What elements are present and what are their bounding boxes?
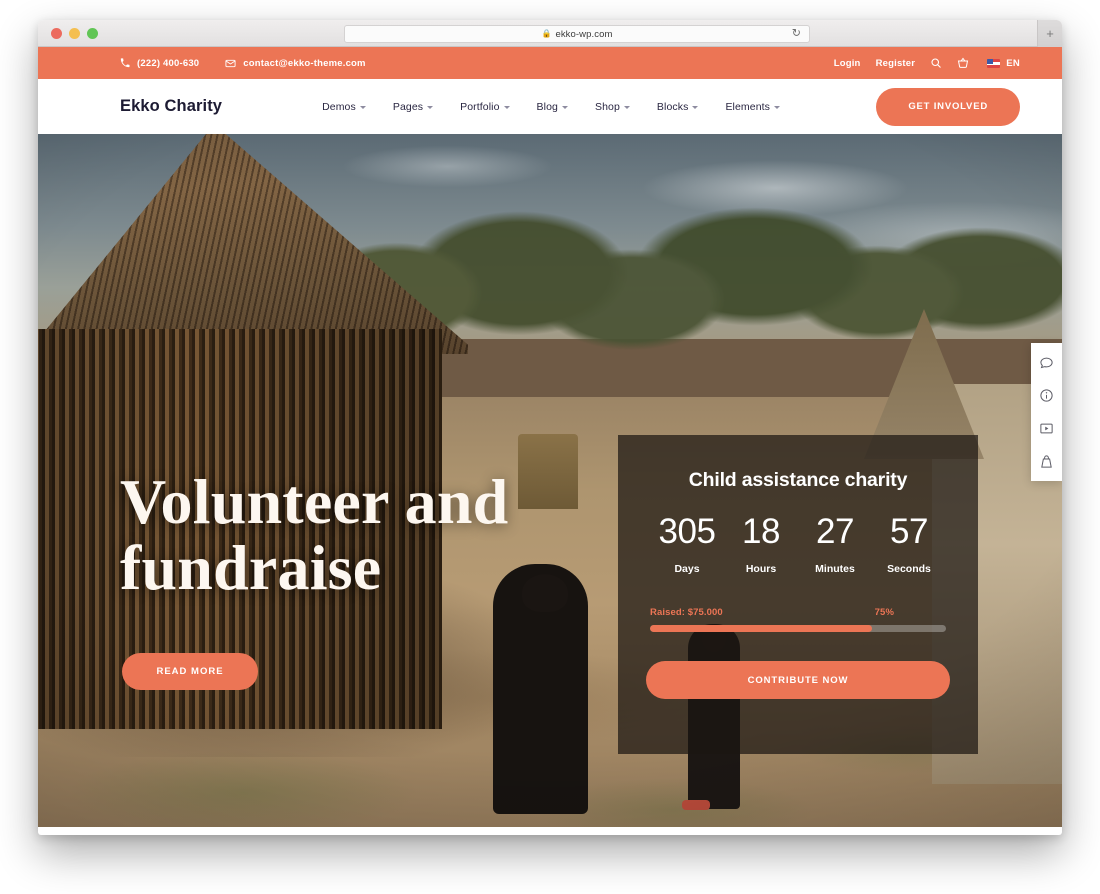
reload-icon[interactable]: ↻ [792,28,801,40]
browser-window: 🔒 ekko-wp.com ↻ + (222) 400-630 contact@… [38,20,1062,835]
raised-amount: Raised: $75.000 [650,607,723,618]
nav-item-label: Elements [725,100,771,113]
primary-menu: Demos Pages Portfolio Blog Shop Blocks E… [322,100,781,113]
topbar-phone-text: (222) 400-630 [137,57,200,69]
language-switcher[interactable]: EN [987,58,1020,69]
chat-bubble-icon[interactable] [1038,354,1055,371]
nav-item-pages[interactable]: Pages [392,100,434,113]
chevron-down-icon [359,105,366,109]
chevron-down-icon [561,105,568,109]
topbar-phone[interactable]: (222) 400-630 [120,58,199,69]
close-window-button[interactable] [51,27,62,39]
envelope-icon [225,58,236,69]
get-involved-button[interactable]: GET INVOLVED [876,87,1020,126]
countdown-unit-days: 305 Days [650,514,724,575]
countdown-label: Hours [745,563,777,575]
countdown-value: 27 [816,512,854,551]
countdown-unit-hours: 18 Hours [724,514,798,575]
contribute-now-button[interactable]: CONTRIBUTE NOW [646,661,950,699]
hero-section: Volunteer and fundraise READ MORE Child … [38,134,1062,827]
site-logo[interactable]: Ekko Charity [120,97,222,116]
language-label: EN [1006,57,1020,69]
topbar-email[interactable]: contact@ekko-theme.com [225,57,366,69]
browser-chrome: 🔒 ekko-wp.com ↻ + [38,20,1062,47]
progress-bar [650,625,946,632]
chevron-down-icon [503,105,510,109]
shopping-bag-icon[interactable] [1038,453,1055,470]
flag-icon [987,58,1001,68]
chevron-down-icon [692,105,699,109]
countdown-value: 57 [890,512,928,551]
lock-icon: 🔒 [541,29,552,38]
main-navbar: Ekko Charity Demos Pages Portfolio Blog … [38,79,1062,134]
nav-item-label: Blocks [656,100,689,113]
site-topbar: (222) 400-630 contact@ekko-theme.com Log… [38,47,1062,79]
maximize-window-button[interactable] [87,27,98,39]
nav-item-label: Demos [322,100,356,113]
countdown-card: Child assistance charity 305 Days 18 Hou… [618,435,978,754]
nav-item-blog[interactable]: Blog [537,101,568,113]
search-icon[interactable] [930,57,942,69]
nav-item-elements[interactable]: Elements [725,100,781,113]
raised-row: Raised: $75.000 75% [646,607,950,618]
countdown-value: 18 [742,512,780,551]
nav-item-label: Portfolio [460,100,500,113]
nav-item-blocks[interactable]: Blocks [657,101,699,113]
video-play-icon[interactable] [1038,420,1055,437]
nav-item-shop[interactable]: Shop [595,101,630,113]
topbar-actions-group: Login Register EN [834,57,1020,69]
countdown-unit-seconds: 57 Seconds [872,514,946,575]
side-toolbar [1031,343,1062,481]
register-link[interactable]: Register [876,58,916,69]
nav-item-label: Pages [392,100,424,113]
countdown-label: Seconds [887,563,931,575]
topbar-contact-group: (222) 400-630 contact@ekko-theme.com [120,58,366,69]
login-link[interactable]: Login [834,58,861,69]
countdown-label: Days [674,563,700,575]
nav-item-portfolio[interactable]: Portfolio [460,100,510,113]
raised-percent: 75% [874,607,894,618]
basket-icon[interactable] [957,57,969,69]
info-circle-icon[interactable] [1038,387,1055,404]
nav-item-demos[interactable]: Demos [322,101,366,113]
hero-heading: Volunteer and fundraise [120,466,509,603]
nav-item-label: Shop [594,100,620,113]
url-text: ekko-wp.com [555,28,613,40]
countdown-label: Minutes [815,563,855,575]
topbar-email-text: contact@ekko-theme.com [243,57,366,69]
chevron-down-icon [774,105,781,109]
countdown-unit-minutes: 27 Minutes [798,514,872,575]
new-tab-button[interactable]: + [1037,20,1062,47]
countdown-timer: 305 Days 18 Hours 27 Minutes 57 Seconds [646,514,950,575]
countdown-card-title: Child assistance charity [688,469,908,491]
progress-bar-fill [650,625,872,632]
read-more-button[interactable]: READ MORE [122,653,258,690]
nav-item-label: Blog [536,100,558,113]
phone-icon [120,58,130,68]
traffic-lights [51,27,98,39]
minimize-window-button[interactable] [69,27,80,39]
chevron-down-icon [623,105,630,109]
address-bar-content: 🔒 ekko-wp.com [541,29,612,40]
chevron-down-icon [427,105,434,109]
countdown-value: 305 [658,512,716,551]
address-bar[interactable]: 🔒 ekko-wp.com ↻ [344,25,810,43]
